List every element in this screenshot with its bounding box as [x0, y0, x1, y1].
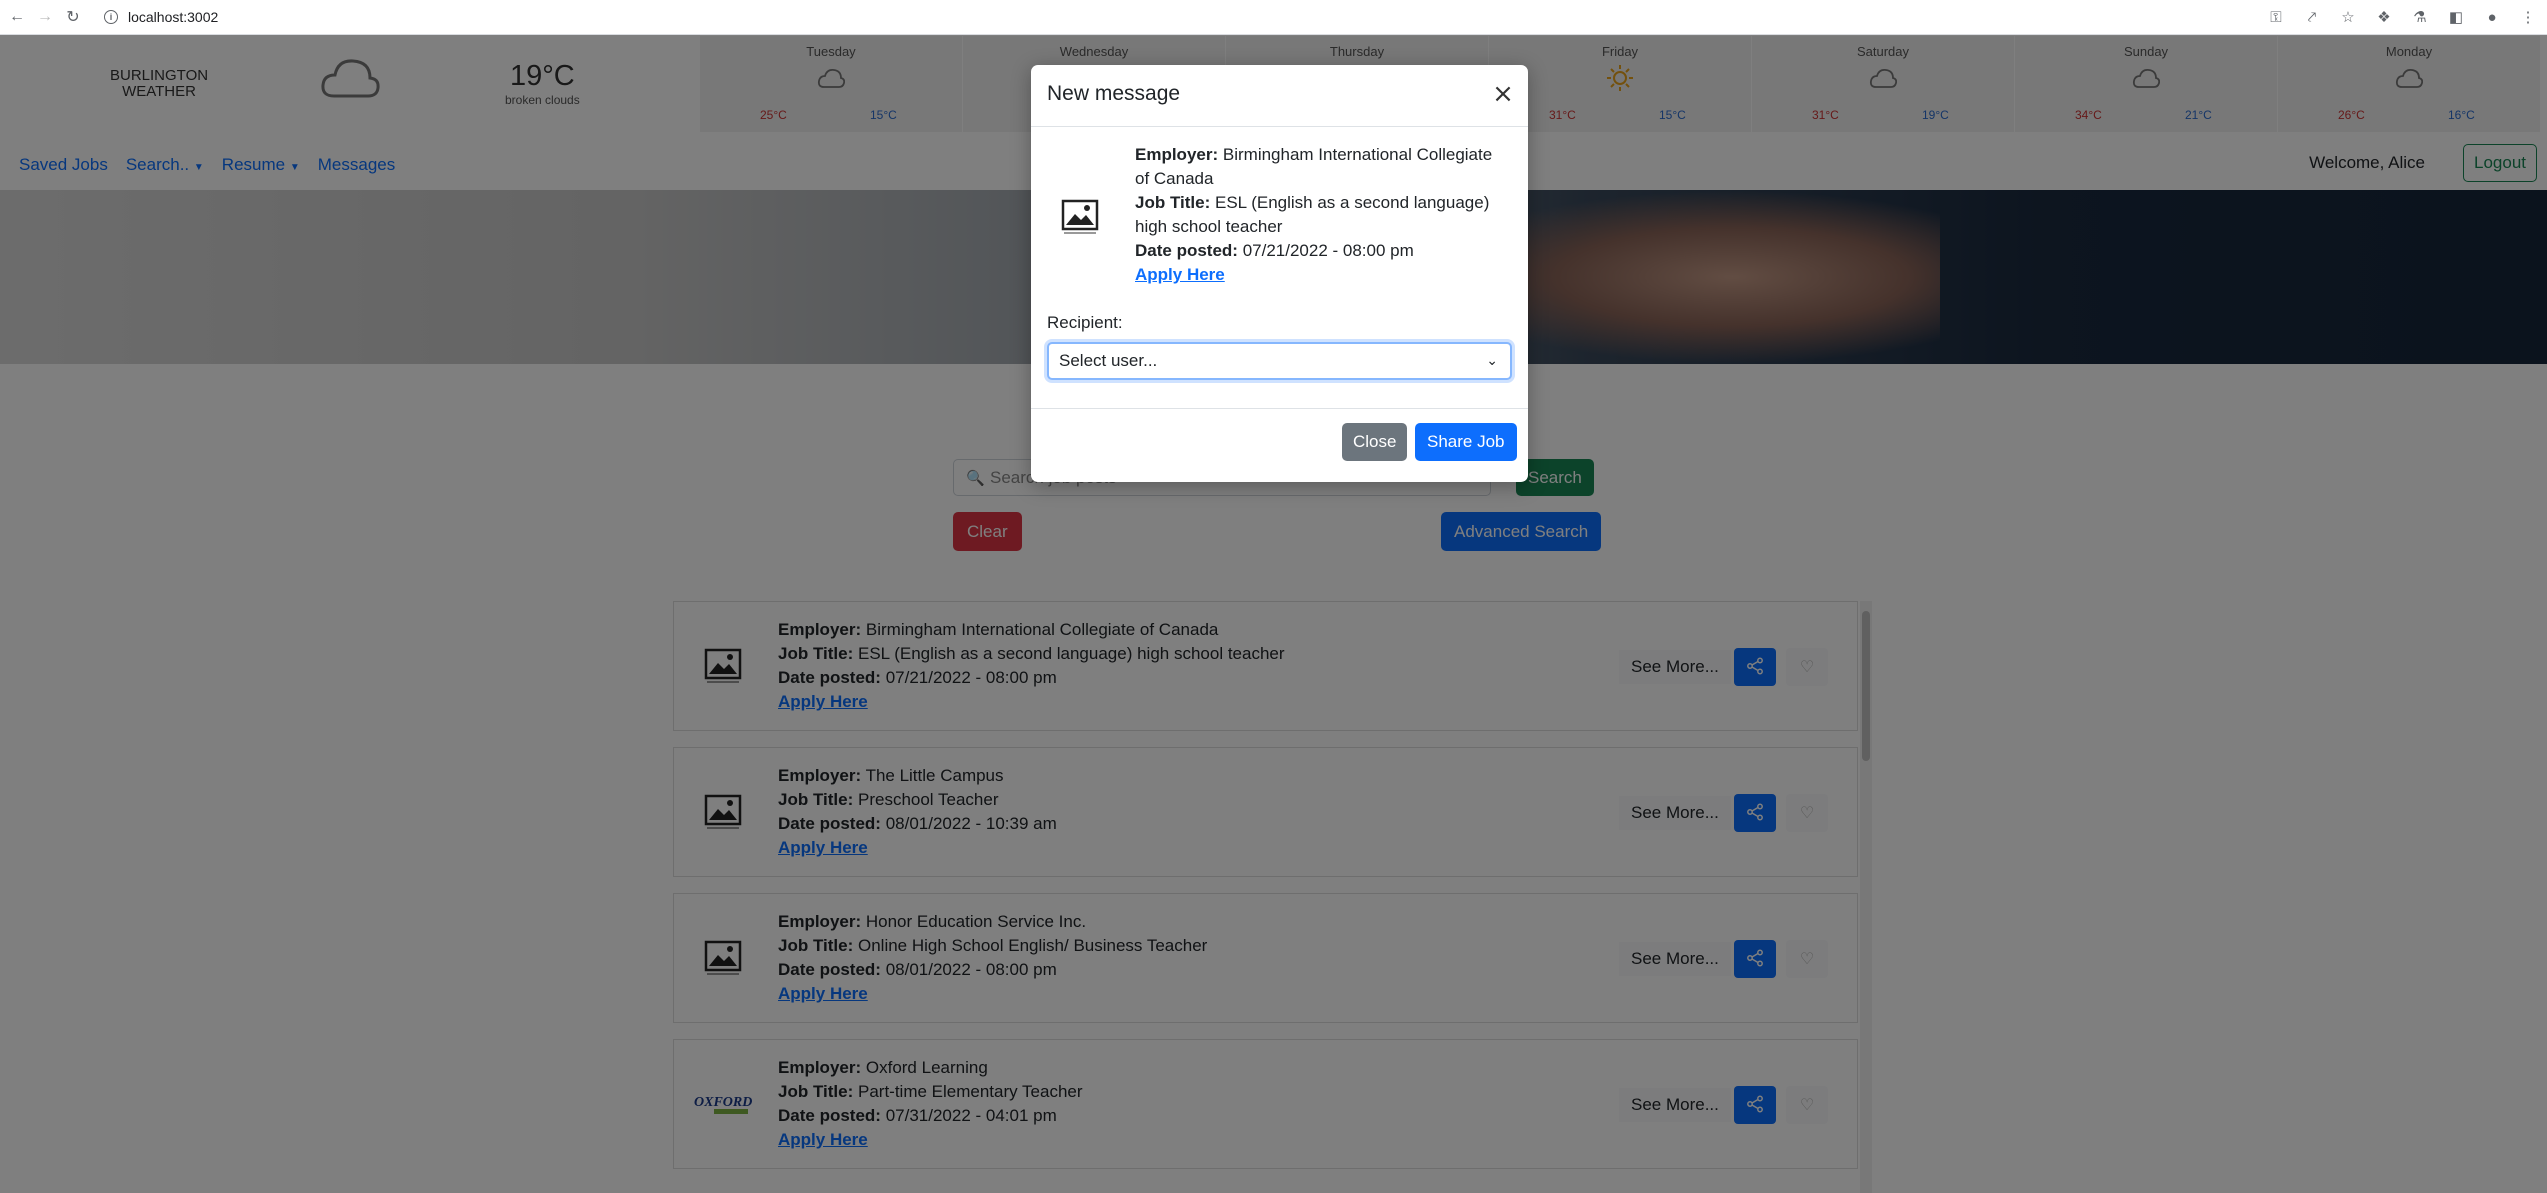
back-icon[interactable]: ←: [6, 6, 28, 28]
flask-icon[interactable]: ⚗: [2409, 6, 2431, 28]
employer-label: Employer:: [1135, 145, 1219, 164]
new-message-modal: New message × Employer: Birmingham Inter…: [1031, 65, 1528, 482]
key-icon[interactable]: ⚿: [2265, 6, 2287, 28]
modal-job-info: Employer: Birmingham International Colle…: [1135, 143, 1505, 287]
date-posted-label: Date posted:: [1135, 241, 1238, 260]
share-icon[interactable]: ⤤: [2301, 6, 2323, 28]
forward-icon[interactable]: →: [34, 6, 56, 28]
recipient-label: Recipient:: [1047, 313, 1123, 332]
share-job-button[interactable]: Share Job: [1415, 423, 1517, 461]
recipient-select-value: Select user...: [1059, 351, 1158, 370]
apply-here-link[interactable]: Apply Here: [1135, 265, 1225, 284]
modal-footer: Close Share Job: [1031, 409, 1528, 481]
date-posted-value: 07/21/2022 - 08:00 pm: [1242, 241, 1414, 260]
menu-icon[interactable]: ⋮: [2517, 6, 2539, 28]
modal-body: Employer: Birmingham International Colle…: [1031, 127, 1528, 409]
sidebar-icon[interactable]: ◧: [2445, 6, 2467, 28]
image-placeholder-icon: [1059, 195, 1101, 237]
close-icon[interactable]: ×: [1490, 81, 1516, 107]
job-title-label: Job Title:: [1135, 193, 1211, 212]
browser-toolbar: ← → ↻ i localhost:3002 ⚿ ⤤ ☆ ❖ ⚗ ◧ ● ⋮: [0, 0, 2547, 35]
recipient-select[interactable]: Select user... ⌄: [1047, 342, 1512, 380]
profile-icon[interactable]: ●: [2481, 6, 2503, 28]
reload-icon[interactable]: ↻: [62, 6, 84, 28]
url-text: localhost:3002: [128, 9, 219, 25]
modal-title: New message: [1047, 82, 1181, 105]
extensions-icon[interactable]: ❖: [2373, 6, 2395, 28]
chevron-down-icon: ⌄: [1486, 352, 1498, 368]
address-bar[interactable]: i localhost:3002: [104, 9, 218, 25]
modal-header: New message ×: [1031, 65, 1528, 127]
close-button[interactable]: Close: [1342, 423, 1408, 461]
info-icon[interactable]: i: [104, 10, 118, 24]
star-icon[interactable]: ☆: [2337, 6, 2359, 28]
